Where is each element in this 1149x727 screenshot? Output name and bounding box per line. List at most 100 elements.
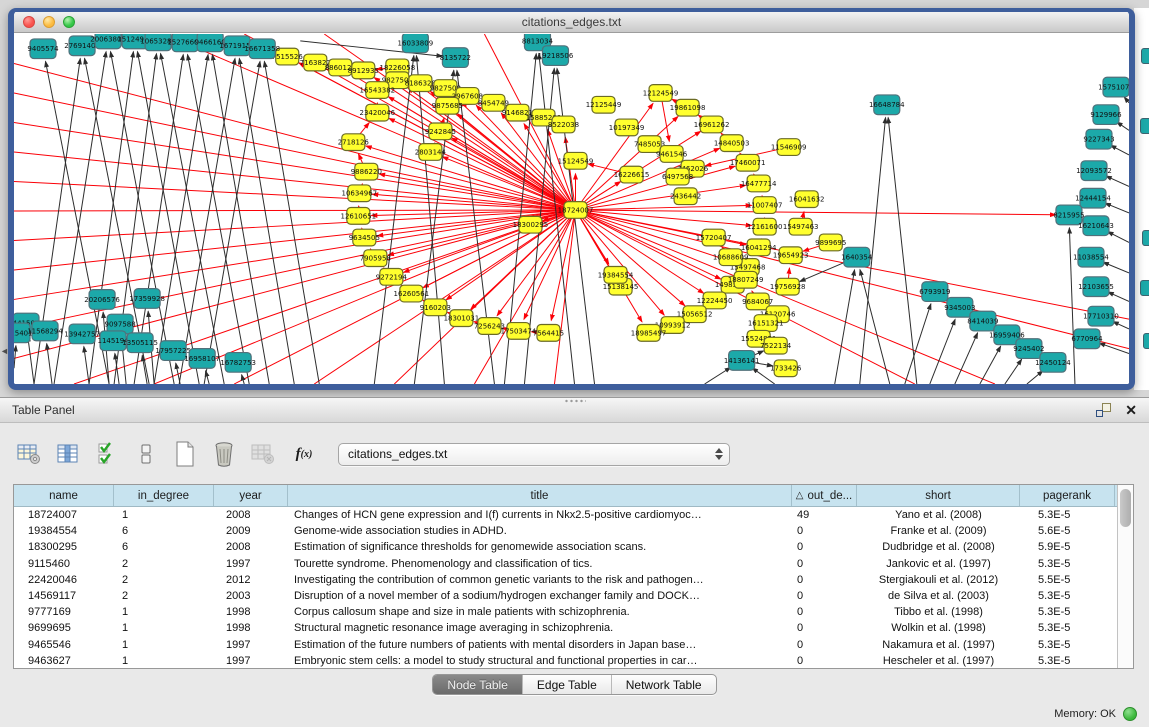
table-cell[interactable]: 5.3E-5: [1020, 604, 1115, 620]
table-cell[interactable]: 0: [792, 653, 857, 668]
table-cell[interactable]: 0: [792, 523, 857, 539]
table-cell[interactable]: 18300295: [14, 539, 114, 555]
row-height-icon[interactable]: [133, 441, 159, 467]
table-cell[interactable]: 0: [792, 588, 857, 604]
table-grid[interactable]: namein_degreeyeartitle△out_de...shortpag…: [14, 485, 1117, 668]
table-cell[interactable]: 2: [114, 556, 214, 572]
table-cell[interactable]: Estimation of the future numbers of pati…: [288, 637, 792, 653]
table-cell[interactable]: Genome-wide association studies in ADHD.: [288, 523, 792, 539]
table-row[interactable]: 2242004622012Investigating the contribut…: [14, 572, 1117, 588]
close-window-icon[interactable]: [23, 16, 35, 28]
table-row[interactable]: 1938455462009Genome-wide association stu…: [14, 523, 1117, 539]
table-cell[interactable]: 1: [114, 507, 214, 523]
scrollbar-thumb[interactable]: [1120, 489, 1131, 527]
table-row[interactable]: 946362711997Embryonic stem cells: a mode…: [14, 653, 1117, 668]
zoom-window-icon[interactable]: [63, 16, 75, 28]
select-columns-icon[interactable]: [94, 441, 120, 467]
table-cell[interactable]: 5.5E-5: [1020, 572, 1115, 588]
table-cell[interactable]: 18724007: [14, 507, 114, 523]
table-panel-titlebar[interactable]: Table Panel ✕: [0, 398, 1149, 423]
table-cell[interactable]: 1: [114, 604, 214, 620]
table-cell[interactable]: 6: [114, 523, 214, 539]
table-row[interactable]: 1872400712008Changes of HCN gene express…: [14, 507, 1117, 523]
table-cell[interactable]: 1997: [214, 556, 288, 572]
table-cell[interactable]: 1: [114, 637, 214, 653]
table-cell[interactable]: 9115460: [14, 556, 114, 572]
delete-icon[interactable]: [211, 441, 237, 467]
table-cell[interactable]: 5.3E-5: [1020, 507, 1115, 523]
table-cell[interactable]: 2008: [214, 539, 288, 555]
table-row[interactable]: 946554611997Estimation of the future num…: [14, 637, 1117, 653]
column-header-indegree[interactable]: in_degree: [114, 485, 214, 506]
table-cell[interactable]: 49: [792, 507, 857, 523]
table-cell[interactable]: Yano et al. (2008): [857, 507, 1020, 523]
table-row[interactable]: 1830029562008Estimation of significance …: [14, 539, 1117, 555]
table-cell[interactable]: 2012: [214, 572, 288, 588]
table-cell[interactable]: 5.3E-5: [1020, 620, 1115, 636]
table-cell[interactable]: Tibbo et al. (1998): [857, 604, 1020, 620]
table-cell[interactable]: 0: [792, 637, 857, 653]
table-row[interactable]: 969969511998Structural magnetic resonanc…: [14, 620, 1117, 636]
table-settings-icon[interactable]: [16, 441, 42, 467]
table-cell[interactable]: Investigating the contribution of common…: [288, 572, 792, 588]
table-select-dropdown[interactable]: citations_edges.txt: [338, 443, 730, 466]
table-cell[interactable]: 14569117: [14, 588, 114, 604]
table-cell[interactable]: 1998: [214, 604, 288, 620]
table-cell[interactable]: Structural magnetic resonance image aver…: [288, 620, 792, 636]
table-cell[interactable]: Estimation of significance thresholds fo…: [288, 539, 792, 555]
table-row[interactable]: 911546021997Tourette syndrome. Phenomeno…: [14, 556, 1117, 572]
table-cell[interactable]: 19384554: [14, 523, 114, 539]
table-cell[interactable]: 2008: [214, 507, 288, 523]
table-cell[interactable]: 5.3E-5: [1020, 637, 1115, 653]
table-cell[interactable]: Franke et al. (2009): [857, 523, 1020, 539]
table-row[interactable]: 1456911722003Disruption of a novel membe…: [14, 588, 1117, 604]
table-cell[interactable]: 9777169: [14, 604, 114, 620]
network-canvas[interactable]: 1872400771638228860128891293518226058982…: [14, 34, 1129, 384]
table-cell[interactable]: Disruption of a novel member of a sodium…: [288, 588, 792, 604]
table-cell[interactable]: 1998: [214, 620, 288, 636]
function-builder-icon[interactable]: f(x): [289, 441, 319, 467]
column-header-outde[interactable]: △out_de...: [792, 485, 857, 506]
table-cell[interactable]: 2003: [214, 588, 288, 604]
table-cell[interactable]: Changes of HCN gene expression and I(f) …: [288, 507, 792, 523]
show-column-icon[interactable]: [55, 441, 81, 467]
table-cell[interactable]: Wolkin et al. (1998): [857, 620, 1020, 636]
table-cell[interactable]: 1: [114, 620, 214, 636]
table-cell[interactable]: 5.3E-5: [1020, 653, 1115, 668]
table-cell[interactable]: 0: [792, 572, 857, 588]
minimize-window-icon[interactable]: [43, 16, 55, 28]
table-cell[interactable]: Jankovic et al. (1997): [857, 556, 1020, 572]
table-cell[interactable]: Embryonic stem cells: a model to study s…: [288, 653, 792, 668]
table-cell[interactable]: 2009: [214, 523, 288, 539]
table-cell[interactable]: 1997: [214, 653, 288, 668]
table-cell[interactable]: 0: [792, 556, 857, 572]
table-cell[interactable]: Corpus callosum shape and size in male p…: [288, 604, 792, 620]
table-cell[interactable]: Stergiakouli et al. (2012): [857, 572, 1020, 588]
table-cell[interactable]: 9465546: [14, 637, 114, 653]
new-document-icon[interactable]: [172, 441, 198, 467]
close-panel-icon[interactable]: ✕: [1125, 403, 1137, 417]
table-cell[interactable]: 0: [792, 620, 857, 636]
table-cell[interactable]: 5.6E-5: [1020, 523, 1115, 539]
table-cell[interactable]: Tourette syndrome. Phenomenology and cla…: [288, 556, 792, 572]
column-header-year[interactable]: year: [214, 485, 288, 506]
table-cell[interactable]: 1: [114, 653, 214, 668]
table-cell[interactable]: Dudbridge et al. (2008): [857, 539, 1020, 555]
table-cell[interactable]: 5.9E-5: [1020, 539, 1115, 555]
memory-status-icon[interactable]: [1123, 707, 1137, 721]
table-cell[interactable]: 9463627: [14, 653, 114, 668]
table-cell[interactable]: de Silva et al. (2003): [857, 588, 1020, 604]
window-titlebar[interactable]: citations_edges.txt: [14, 12, 1129, 33]
table-cell[interactable]: 2: [114, 572, 214, 588]
tab-network-table[interactable]: Network Table: [612, 675, 716, 694]
table-cell[interactable]: 6: [114, 539, 214, 555]
column-header-name[interactable]: name: [14, 485, 114, 506]
tab-edge-table[interactable]: Edge Table: [523, 675, 612, 694]
table-cell[interactable]: 5.3E-5: [1020, 556, 1115, 572]
column-header-title[interactable]: title: [288, 485, 792, 506]
tab-node-table[interactable]: Node Table: [433, 675, 523, 694]
float-window-icon[interactable]: [1096, 403, 1111, 417]
column-header-pagerank[interactable]: pagerank: [1020, 485, 1115, 506]
table-cell[interactable]: 22420046: [14, 572, 114, 588]
splitter-handle[interactable]: [564, 399, 586, 403]
